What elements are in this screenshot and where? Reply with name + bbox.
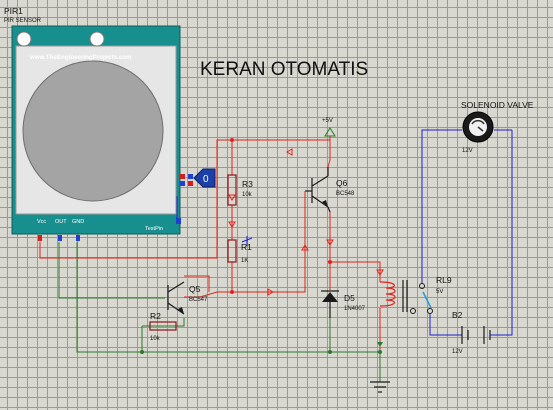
transistor-q5[interactable]: Q5 BC547 <box>167 281 208 315</box>
ground-symbol <box>370 381 390 393</box>
solenoid-valve[interactable]: SOLENOID VALVE 12V <box>421 100 534 154</box>
r2-ref-label: R2 <box>150 311 161 321</box>
battery-ref-label: B2 <box>452 310 463 320</box>
wire-q6-emitter <box>329 212 381 282</box>
resistor-r1[interactable]: R1 1K <box>227 236 253 264</box>
pir-url-label: www.TheEngineeringProjects.com <box>29 54 132 61</box>
relay-coil <box>379 281 396 307</box>
valve-name-label: SOLENOID VALVE <box>461 100 534 110</box>
relay-value-label: 5V <box>436 289 443 295</box>
mount-hole-top-right <box>89 31 105 47</box>
flow-arrow-2 <box>228 194 236 201</box>
supply-arrow <box>324 127 336 137</box>
r3-ref-label: R3 <box>242 179 253 189</box>
pin-marker-gnd <box>76 235 80 241</box>
battery-b2[interactable]: B2 12V <box>429 130 513 355</box>
r3-value-label: 10k <box>242 192 253 198</box>
r2-value-label: 10k <box>150 336 161 342</box>
wire-q6-collector <box>327 153 331 168</box>
wire-valve-left <box>421 129 462 140</box>
mount-hole-top-left <box>16 31 32 47</box>
diagram-title: KERAN OTOMATIS <box>200 59 368 80</box>
wire-out-to-q5-base <box>58 242 165 299</box>
pin-marker-out <box>58 235 62 241</box>
pir-pin-gnd: GND <box>72 219 84 225</box>
relay-rl9[interactable]: RL9 5V <box>379 140 452 314</box>
diode-triangle <box>322 292 338 302</box>
relay-ref-label: RL9 <box>436 275 452 285</box>
supply-terminal: +5V <box>322 118 336 140</box>
diode-d5[interactable]: D5 1N4007 <box>321 290 366 318</box>
q5-ref-label: Q5 <box>189 284 201 294</box>
supply-label: +5V <box>322 118 333 124</box>
wire-battery-valve <box>490 130 513 336</box>
relay-contact-arm <box>422 291 432 309</box>
d5-ref-label: D5 <box>344 293 355 303</box>
pir-sensor[interactable]: PIR1 PIR SENSOR www.TheEngineeringProjec… <box>4 6 181 241</box>
ground-wires <box>58 242 383 382</box>
q5-type-label: BC547 <box>189 297 208 303</box>
q6-type-label: BC548 <box>336 191 355 197</box>
pir-pin-vcc: Vcc <box>37 219 46 225</box>
pir-ref-label: PIR1 <box>4 6 23 16</box>
pin-marker-vcc <box>38 235 42 241</box>
pir-type-label: PIR SENSOR <box>4 18 42 24</box>
q6-ref-label: Q6 <box>336 178 348 188</box>
r1-value-label: 1K <box>241 258 248 264</box>
d5-type-label: 1N4007 <box>344 306 366 312</box>
schematic: KERAN OTOMATIS PIR1 PIR SENSOR www.TheEn… <box>4 6 534 393</box>
pir-testpin-label: TestPin <box>145 226 163 232</box>
probe-dot-4 <box>188 181 193 186</box>
probe-dot-2 <box>188 174 193 179</box>
pir-lens <box>22 60 164 202</box>
gnd-arrow <box>377 342 383 347</box>
logic-probe-value: 0 <box>203 174 209 185</box>
probe-dot-1 <box>180 174 185 179</box>
pir-pin-out: OUT <box>55 219 67 225</box>
probe-dot-3 <box>180 181 185 186</box>
battery-value-label: 12V <box>452 349 463 355</box>
valve-value-label: 12V <box>462 148 473 154</box>
flow-arrow-1 <box>286 148 293 156</box>
logic-probe[interactable]: 0 <box>176 168 216 219</box>
